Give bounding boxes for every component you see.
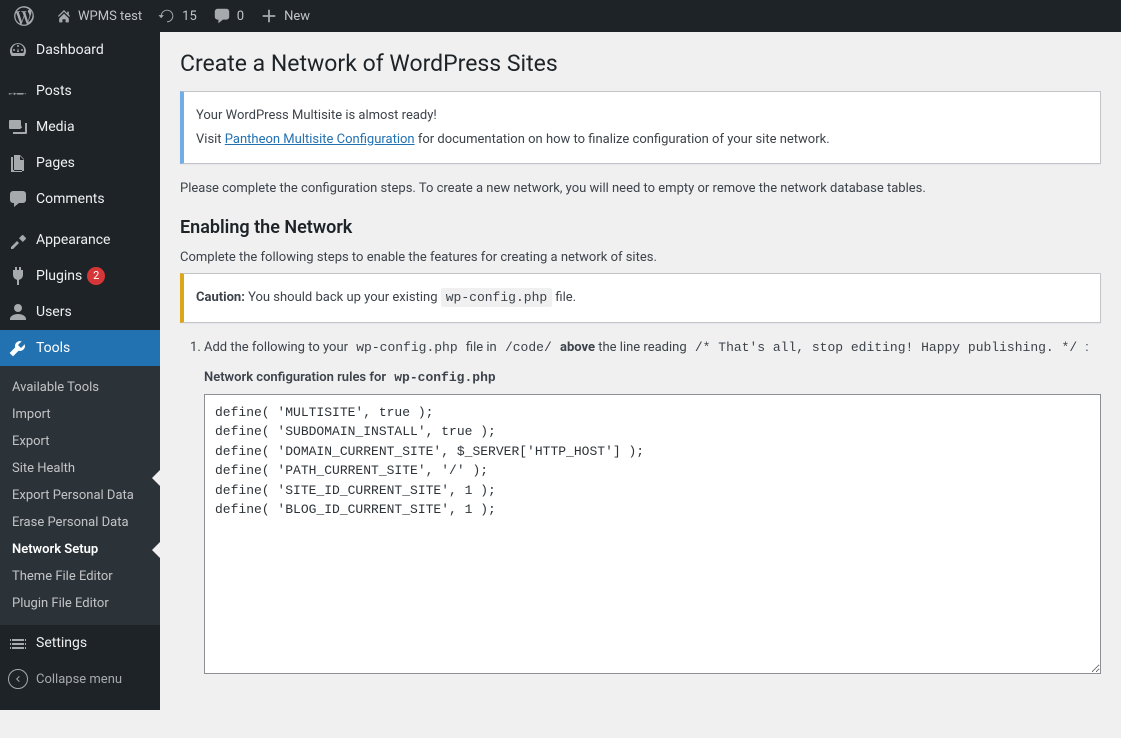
- please-complete-text: Please complete the configuration steps.…: [180, 179, 1101, 199]
- complete-steps-text: Complete the following steps to enable t…: [180, 248, 1101, 268]
- plugin-update-badge: 2: [87, 267, 105, 285]
- sidebar-item-dashboard[interactable]: Dashboard: [0, 32, 160, 68]
- tools-submenu-item[interactable]: Import: [0, 401, 160, 428]
- new-content-link[interactable]: New: [252, 0, 318, 32]
- main-content: Create a Network of WordPress Sites Your…: [160, 0, 1121, 738]
- tools-submenu: Available ToolsImportExportSite HealthEx…: [0, 366, 160, 625]
- home-icon: [56, 8, 72, 24]
- caution-label: Caution:: [196, 290, 245, 305]
- wordpress-logo-icon: [14, 6, 34, 26]
- collapse-icon: [8, 669, 28, 689]
- sidebar-item-pages[interactable]: Pages: [0, 145, 160, 181]
- collapse-menu-button[interactable]: Collapse menu: [0, 661, 160, 697]
- sidebar-item-label: Comments: [36, 191, 105, 207]
- rules-label: Network configuration rules for wp-confi…: [204, 368, 1101, 388]
- comments-icon: [8, 189, 28, 209]
- multisite-ready-notice: Your WordPress Multisite is almost ready…: [180, 91, 1101, 164]
- update-icon: [158, 7, 176, 25]
- caution-notice: Caution: You should back up your existin…: [180, 273, 1101, 323]
- sidebar-item-label: Pages: [36, 155, 75, 171]
- sidebar-item-label: Appearance: [36, 232, 110, 248]
- tools-submenu-item[interactable]: Theme File Editor: [0, 563, 160, 590]
- tools-submenu-item[interactable]: Site Health: [0, 455, 160, 482]
- appearance-icon: [8, 230, 28, 250]
- sidebar-item-settings[interactable]: Settings: [0, 625, 160, 661]
- collapse-label: Collapse menu: [36, 672, 122, 687]
- page-title: Create a Network of WordPress Sites: [180, 50, 1101, 77]
- step-1: Add the following to your wp-config.php …: [204, 338, 1101, 682]
- tools-submenu-item[interactable]: Plugin File Editor: [0, 590, 160, 617]
- sidebar-item-label: Media: [36, 119, 75, 135]
- sidebar-item-posts[interactable]: Posts: [0, 73, 160, 109]
- tools-submenu-item[interactable]: Erase Personal Data: [0, 509, 160, 536]
- comments-link[interactable]: 0: [205, 0, 252, 32]
- sidebar-item-label: Plugins: [36, 268, 82, 284]
- site-name-text: WPMS test: [78, 9, 142, 24]
- notice-visit-line: Visit Pantheon Multisite Configuration f…: [196, 130, 1088, 150]
- dashboard-icon: [8, 40, 28, 60]
- site-name-link[interactable]: WPMS test: [48, 0, 150, 32]
- comment-icon: [213, 7, 231, 25]
- sidebar-item-appearance[interactable]: Appearance: [0, 222, 160, 258]
- updates-link[interactable]: 15: [150, 0, 205, 32]
- tools-submenu-item[interactable]: Export Personal Data: [0, 482, 160, 509]
- sidebar-item-label: Posts: [36, 83, 72, 99]
- admin-sidebar: Dashboard Posts Media Pages Com: [0, 32, 160, 710]
- sidebar-item-comments[interactable]: Comments: [0, 181, 160, 217]
- sidebar-item-plugins[interactable]: Plugins 2: [0, 258, 160, 294]
- plugin-icon: [8, 266, 28, 286]
- tools-submenu-item[interactable]: Network Setup: [0, 536, 160, 563]
- wp-logo[interactable]: [6, 0, 48, 32]
- sidebar-item-media[interactable]: Media: [0, 109, 160, 145]
- pin-icon: [8, 81, 28, 101]
- media-icon: [8, 117, 28, 137]
- tools-submenu-item[interactable]: Export: [0, 428, 160, 455]
- sidebar-item-label: Settings: [36, 635, 87, 651]
- settings-icon: [8, 633, 28, 653]
- sidebar-item-label: Users: [36, 304, 72, 320]
- new-label-text: New: [284, 9, 310, 24]
- comments-count-text: 0: [237, 9, 244, 24]
- updates-count-text: 15: [182, 9, 197, 24]
- sidebar-item-label: Dashboard: [36, 42, 104, 58]
- plus-icon: [260, 7, 278, 25]
- sidebar-item-users[interactable]: Users: [0, 294, 160, 330]
- notice-ready-text: Your WordPress Multisite is almost ready…: [196, 106, 1088, 126]
- tools-submenu-item[interactable]: Available Tools: [0, 374, 160, 401]
- user-icon: [8, 302, 28, 322]
- network-config-textarea[interactable]: [204, 394, 1101, 674]
- sidebar-item-tools[interactable]: Tools: [0, 330, 160, 366]
- page-icon: [8, 153, 28, 173]
- enabling-network-heading: Enabling the Network: [180, 217, 1101, 238]
- tools-icon: [8, 338, 28, 358]
- wp-config-code: wp-config.php: [441, 288, 552, 307]
- pantheon-config-link[interactable]: Pantheon Multisite Configuration: [225, 132, 415, 147]
- sidebar-item-label: Tools: [36, 340, 70, 356]
- admin-toolbar: WPMS test 15 0 New: [0, 0, 1121, 32]
